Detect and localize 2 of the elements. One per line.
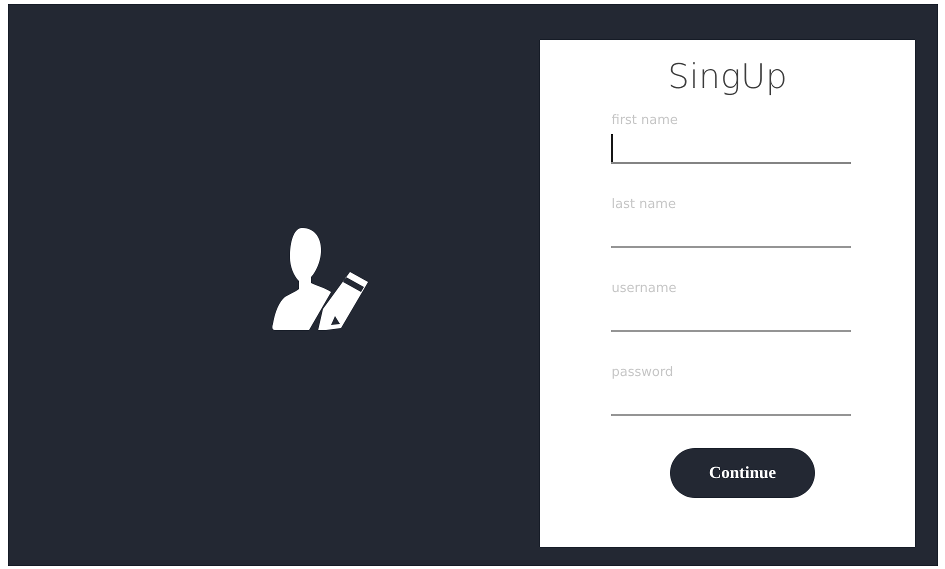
- form-title: SingUp: [668, 57, 788, 97]
- continue-button[interactable]: Continue: [670, 448, 815, 498]
